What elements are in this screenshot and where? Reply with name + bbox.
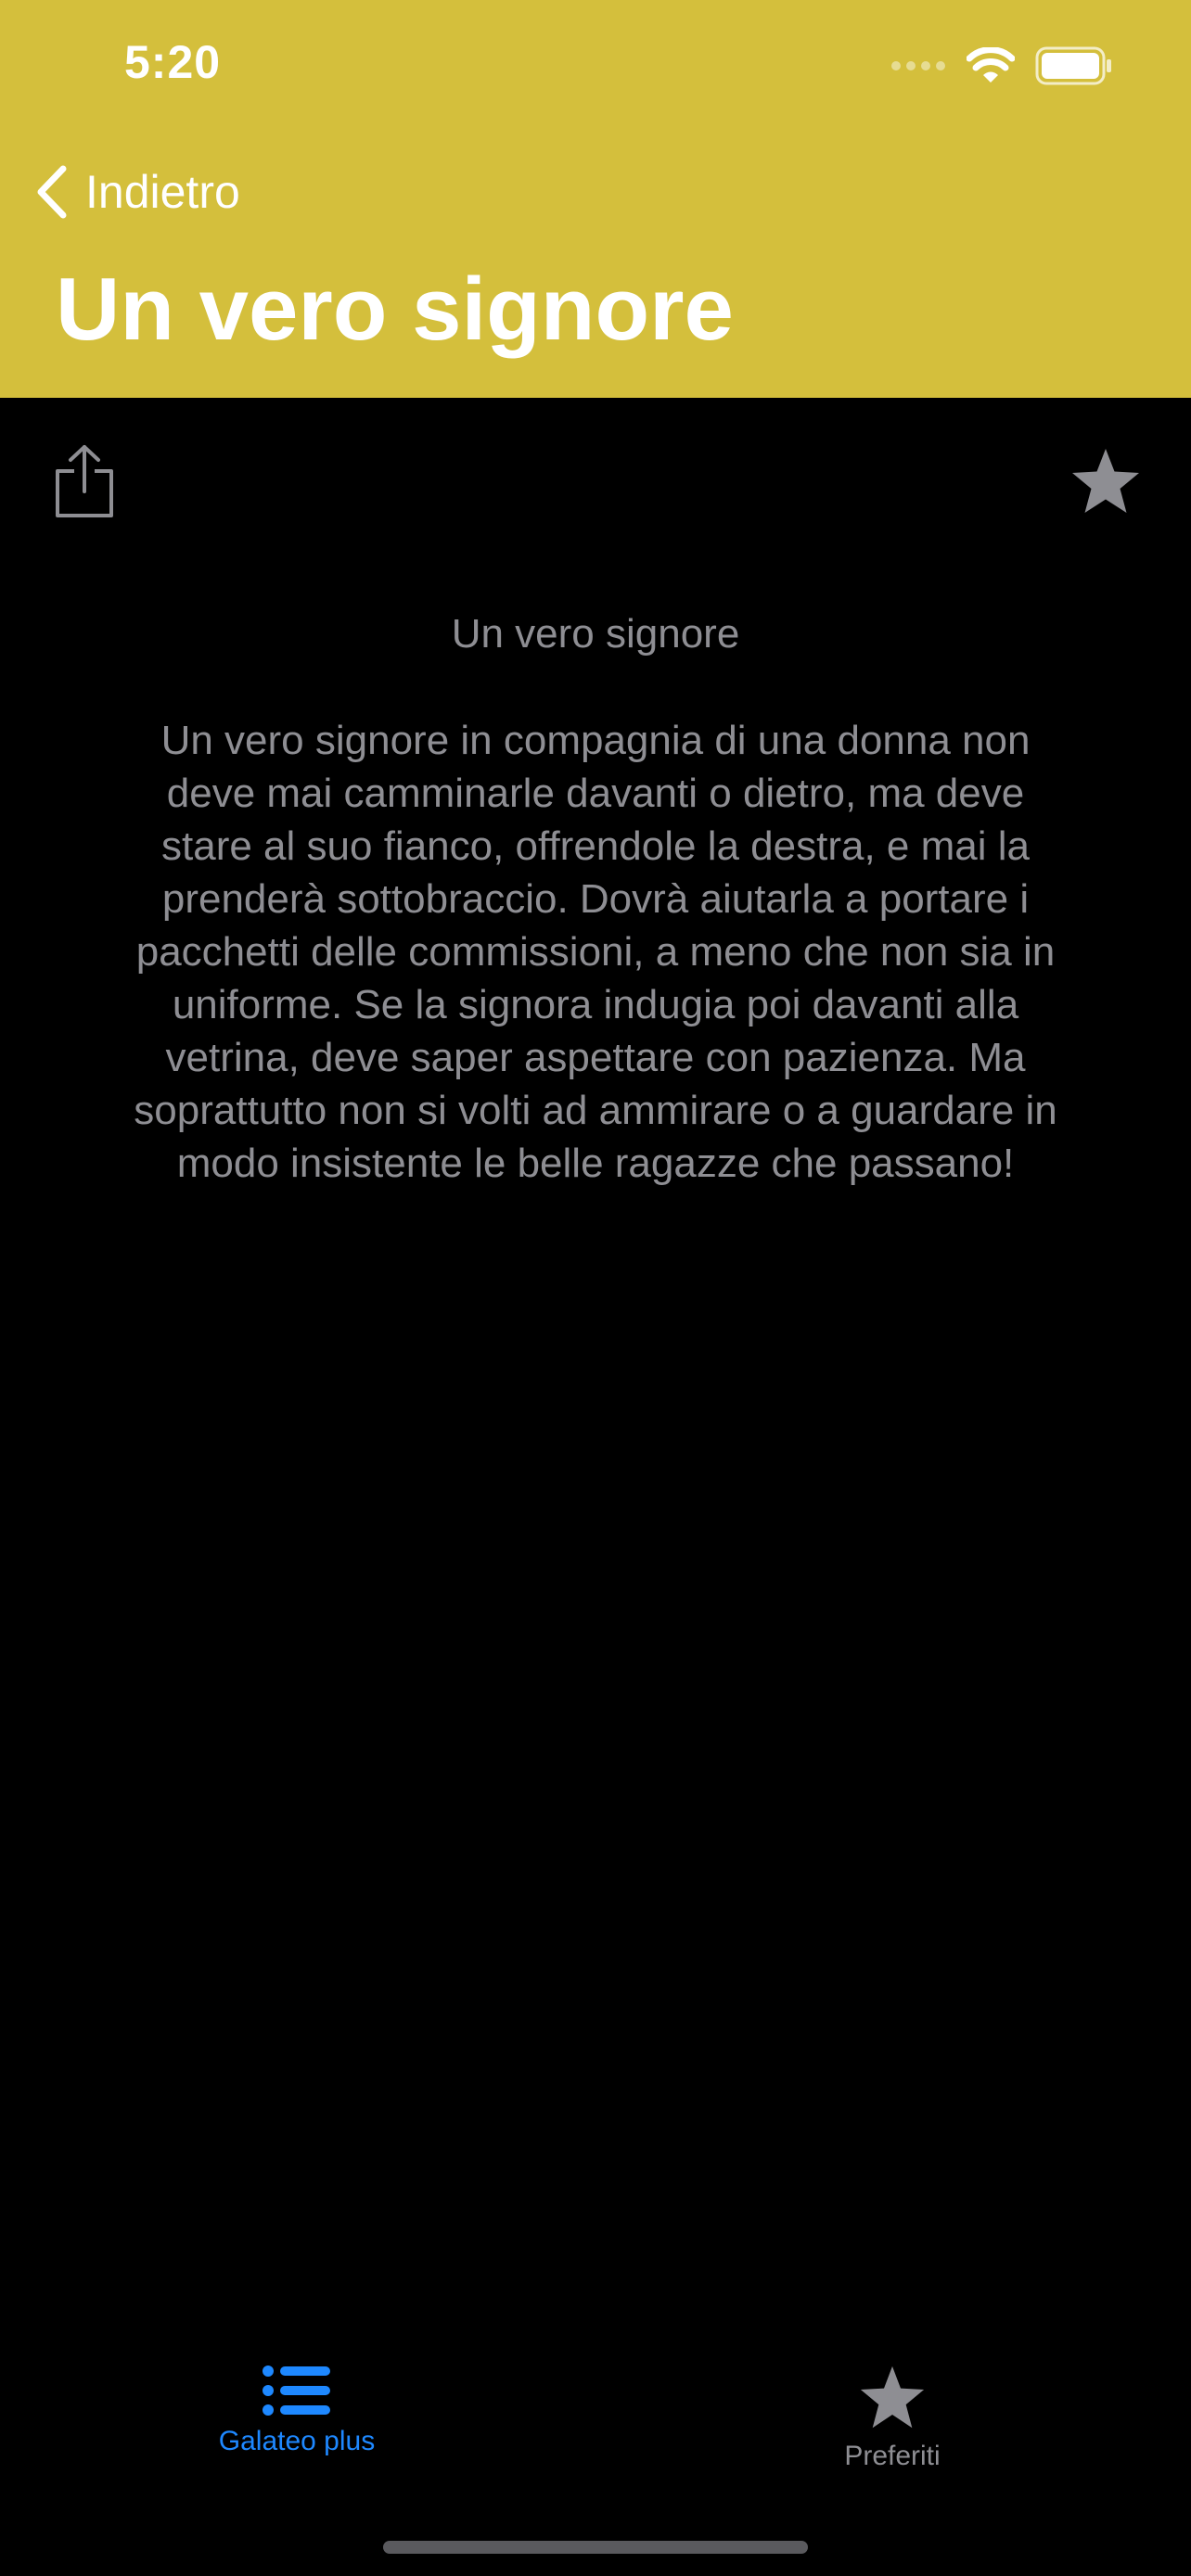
share-button[interactable] bbox=[52, 443, 117, 519]
tab-label: Galateo plus bbox=[218, 2426, 376, 2456]
article-body: Un vero signore in compagnia di una donn… bbox=[134, 718, 1057, 1186]
wifi-icon bbox=[967, 47, 1015, 83]
star-icon bbox=[860, 2366, 925, 2429]
home-indicator[interactable] bbox=[383, 2541, 808, 2554]
tab-preferiti[interactable]: Preferiti bbox=[744, 2365, 1041, 2472]
cellular-signal-icon bbox=[891, 61, 945, 70]
tab-galateo-plus[interactable]: Galateo plus bbox=[148, 2365, 445, 2457]
chevron-left-icon bbox=[37, 165, 67, 219]
status-time: 5:20 bbox=[124, 36, 222, 88]
back-button-label: Indietro bbox=[85, 166, 240, 218]
back-button[interactable]: Indietro bbox=[35, 158, 240, 226]
navigation-header: 5:20 Indietro Un vero signore bbox=[0, 0, 1191, 398]
article-heading: Un vero signore bbox=[451, 611, 740, 657]
article-content: Un vero signore Un vero signore in compa… bbox=[130, 607, 1061, 1190]
list-icon bbox=[263, 2366, 330, 2416]
star-icon bbox=[1072, 449, 1139, 513]
page-title: Un vero signore bbox=[56, 260, 734, 359]
tab-label: Preferiti bbox=[844, 2441, 941, 2471]
favorite-button[interactable] bbox=[1069, 445, 1143, 519]
share-icon bbox=[56, 445, 113, 517]
battery-icon bbox=[1035, 46, 1111, 85]
screen: 5:20 Indietro Un vero signore Un vero si… bbox=[0, 0, 1191, 2576]
status-icons bbox=[890, 43, 1113, 89]
